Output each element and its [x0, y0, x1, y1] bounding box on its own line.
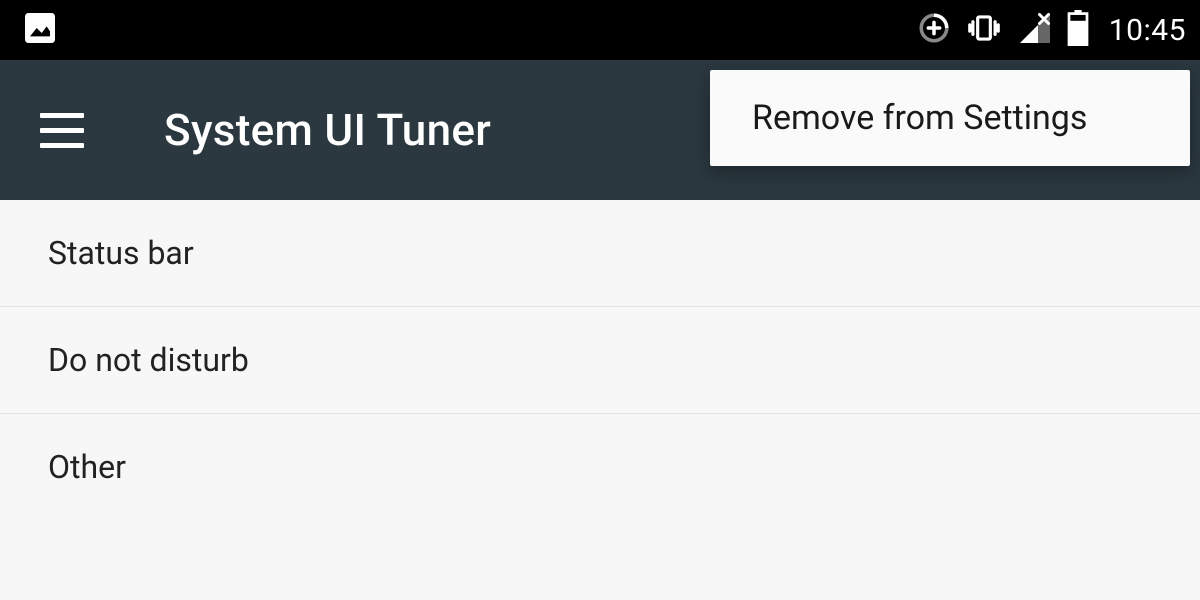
signal-icon: [1017, 10, 1053, 50]
image-icon: [20, 8, 60, 52]
overflow-menu: Remove from Settings: [710, 70, 1190, 166]
status-right: 10:45: [917, 9, 1186, 51]
remove-from-settings-button[interactable]: Remove from Settings: [752, 98, 1148, 138]
page-title: System UI Tuner: [164, 104, 491, 156]
status-left: [20, 8, 60, 52]
app-bar: System UI Tuner Remove from Settings: [0, 60, 1200, 200]
list-item-other[interactable]: Other: [0, 414, 1200, 520]
data-saver-icon: [917, 11, 951, 49]
vibrate-icon: [965, 9, 1003, 51]
battery-icon: [1067, 10, 1089, 50]
status-clock: 10:45: [1109, 13, 1186, 48]
list-item-do-not-disturb[interactable]: Do not disturb: [0, 307, 1200, 414]
settings-list: Status bar Do not disturb Other: [0, 200, 1200, 520]
list-item-status-bar[interactable]: Status bar: [0, 200, 1200, 307]
hamburger-menu-icon[interactable]: [40, 105, 84, 156]
android-status-bar: 10:45: [0, 0, 1200, 60]
